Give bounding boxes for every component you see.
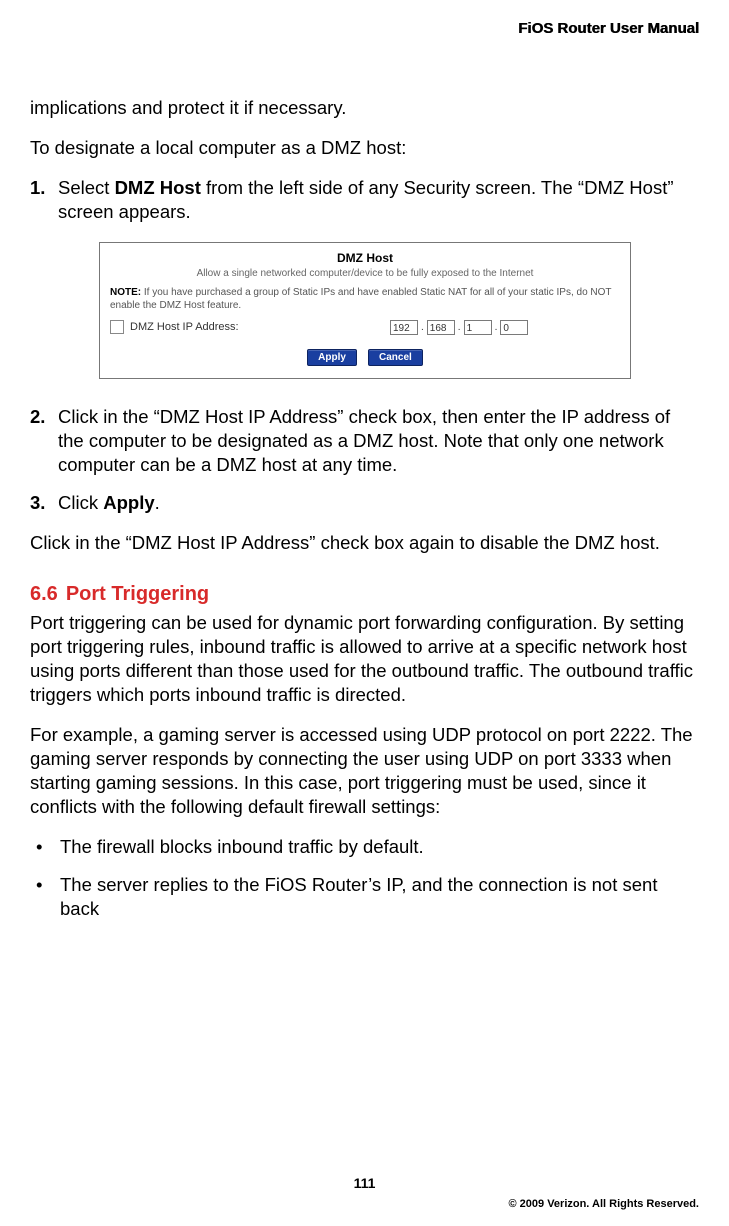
bullet-item: • The server replies to the FiOS Router’… xyxy=(30,873,700,921)
bullet-list: • The firewall blocks inbound traffic by… xyxy=(30,835,700,921)
step-1: 1. Select DMZ Host from the left side of… xyxy=(30,176,700,224)
figure-note-text: If you have purchased a group of Static … xyxy=(110,287,611,311)
dmz-ip-row: DMZ Host IP Address: 192. 168. 1. 0 xyxy=(110,320,620,335)
section-title: Port Triggering xyxy=(66,583,209,605)
intro-paragraph-1: implications and protect it if necessary… xyxy=(30,96,700,120)
figure-container: DMZ Host Allow a single networked comput… xyxy=(30,242,700,379)
step-number: 3. xyxy=(30,491,58,515)
step-number: 1. xyxy=(30,176,58,224)
apply-button[interactable]: Apply xyxy=(307,349,357,366)
bullet-text: The firewall blocks inbound traffic by d… xyxy=(60,835,700,859)
step-3: 3. Click Apply. xyxy=(30,491,700,515)
copyright-text: © 2009 Verizon. All Rights Reserved. xyxy=(509,1198,700,1210)
ip-octet-2[interactable]: 168 xyxy=(427,320,455,335)
page-header-title: FiOS Router User Manual xyxy=(518,20,699,37)
section-number: 6.6 xyxy=(30,583,58,605)
step-2: 2. Click in the “DMZ Host IP Address” ch… xyxy=(30,405,700,477)
figure-title: DMZ Host xyxy=(110,251,620,267)
figure-note-label: NOTE: xyxy=(110,287,141,298)
step-text-bold: Apply xyxy=(103,492,154,513)
section-heading: 6.6 Port Triggering xyxy=(30,581,700,607)
ip-octet-3[interactable]: 1 xyxy=(464,320,492,335)
step-number: 2. xyxy=(30,405,58,477)
ip-dot: . xyxy=(495,321,498,335)
bullet-text: The server replies to the FiOS Router’s … xyxy=(60,873,700,921)
dmz-checkbox[interactable] xyxy=(110,320,124,334)
step-body: Select DMZ Host from the left side of an… xyxy=(58,176,700,224)
steps-list-cont: 2. Click in the “DMZ Host IP Address” ch… xyxy=(30,405,700,515)
step-text-pre: Select xyxy=(58,177,115,198)
intro-paragraph-2: To designate a local computer as a DMZ h… xyxy=(30,136,700,160)
bullet-icon: • xyxy=(30,835,60,859)
step-text-bold: DMZ Host xyxy=(115,177,201,198)
step-body: Click in the “DMZ Host IP Address” check… xyxy=(58,405,700,477)
page-content: implications and protect it if necessary… xyxy=(30,96,700,936)
figure-subtitle: Allow a single networked computer/device… xyxy=(110,267,620,280)
step-body: Click Apply. xyxy=(58,491,700,515)
dmz-host-screenshot: DMZ Host Allow a single networked comput… xyxy=(99,242,631,379)
step-text-pre: Click xyxy=(58,492,103,513)
ip-dot: . xyxy=(421,321,424,335)
after-steps-paragraph: Click in the “DMZ Host IP Address” check… xyxy=(30,531,700,555)
ip-octet-1[interactable]: 192 xyxy=(390,320,418,335)
bullet-icon: • xyxy=(30,873,60,921)
page-number: 111 xyxy=(0,1175,729,1191)
ip-octet-4[interactable]: 0 xyxy=(500,320,528,335)
ip-dot: . xyxy=(458,321,461,335)
pt-paragraph-2: For example, a gaming server is accessed… xyxy=(30,723,700,819)
figure-buttons: Apply Cancel xyxy=(110,349,620,366)
pt-paragraph-1: Port triggering can be used for dynamic … xyxy=(30,611,700,707)
cancel-button[interactable]: Cancel xyxy=(368,349,423,366)
step-text-post: . xyxy=(155,492,160,513)
dmz-row-label: DMZ Host IP Address: xyxy=(130,320,390,334)
ip-input-group: 192. 168. 1. 0 xyxy=(390,320,528,335)
steps-list: 1. Select DMZ Host from the left side of… xyxy=(30,176,700,224)
bullet-item: • The firewall blocks inbound traffic by… xyxy=(30,835,700,859)
figure-note: NOTE: If you have purchased a group of S… xyxy=(110,286,620,312)
